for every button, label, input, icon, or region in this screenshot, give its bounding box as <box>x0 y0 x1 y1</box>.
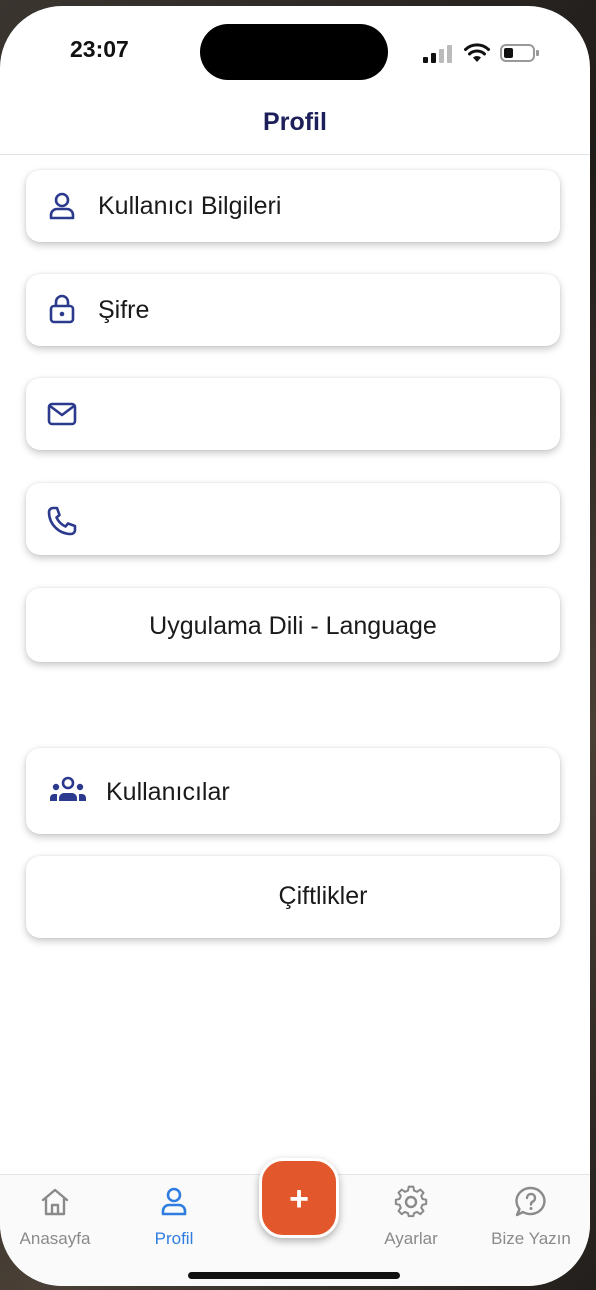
tab-profile[interactable]: Profil <box>115 1185 233 1255</box>
phone-icon <box>47 506 77 536</box>
password-label: Şifre <box>98 296 150 324</box>
gear-icon <box>394 1185 428 1218</box>
farms-button[interactable]: Çiftlikler <box>26 856 560 938</box>
mail-icon <box>47 402 77 426</box>
status-bar: 23:07 <box>0 6 590 96</box>
user-icon <box>161 1187 187 1216</box>
tab-settings-label: Ayarlar <box>384 1229 438 1248</box>
email-button[interactable] <box>26 378 560 450</box>
question-bubble-icon <box>515 1186 546 1217</box>
user-info-label: Kullanıcı Bilgileri <box>98 192 282 220</box>
users-button[interactable]: Kullanıcılar <box>26 748 560 834</box>
status-time: 23:07 <box>70 36 129 62</box>
user-icon <box>49 192 75 220</box>
users-label: Kullanıcılar <box>106 778 230 806</box>
lock-icon <box>49 294 75 324</box>
tab-contact[interactable]: Bize Yazın <box>472 1185 590 1255</box>
signal-icon <box>423 45 452 63</box>
home-indicator <box>188 1272 400 1279</box>
language-button[interactable]: Uygulama Dili - Language <box>26 588 560 662</box>
tab-home-label: Anasayfa <box>19 1229 91 1248</box>
add-button[interactable]: + <box>259 1158 339 1238</box>
farms-label: Çiftlikler <box>278 882 368 910</box>
password-button[interactable]: Şifre <box>26 274 560 346</box>
tab-profile-label: Profil <box>154 1229 194 1248</box>
wifi-icon <box>464 43 490 62</box>
users-group-icon <box>50 776 86 801</box>
dynamic-island <box>200 24 388 80</box>
phone-button[interactable] <box>26 483 560 555</box>
user-info-button[interactable]: Kullanıcı Bilgileri <box>26 170 560 242</box>
page-title: Profil <box>263 108 327 136</box>
tab-home[interactable]: Anasayfa <box>0 1185 114 1255</box>
phone-screen: 23:07 Profil Kullanıcı Bilgileri Şifre U… <box>0 6 590 1286</box>
home-icon <box>41 1188 69 1216</box>
battery-icon <box>500 44 539 62</box>
tab-contact-label: Bize Yazın <box>491 1229 571 1248</box>
nav-header: Profil <box>0 96 590 155</box>
tab-settings[interactable]: Ayarlar <box>352 1185 470 1255</box>
language-label: Uygulama Dili - Language <box>149 612 437 640</box>
